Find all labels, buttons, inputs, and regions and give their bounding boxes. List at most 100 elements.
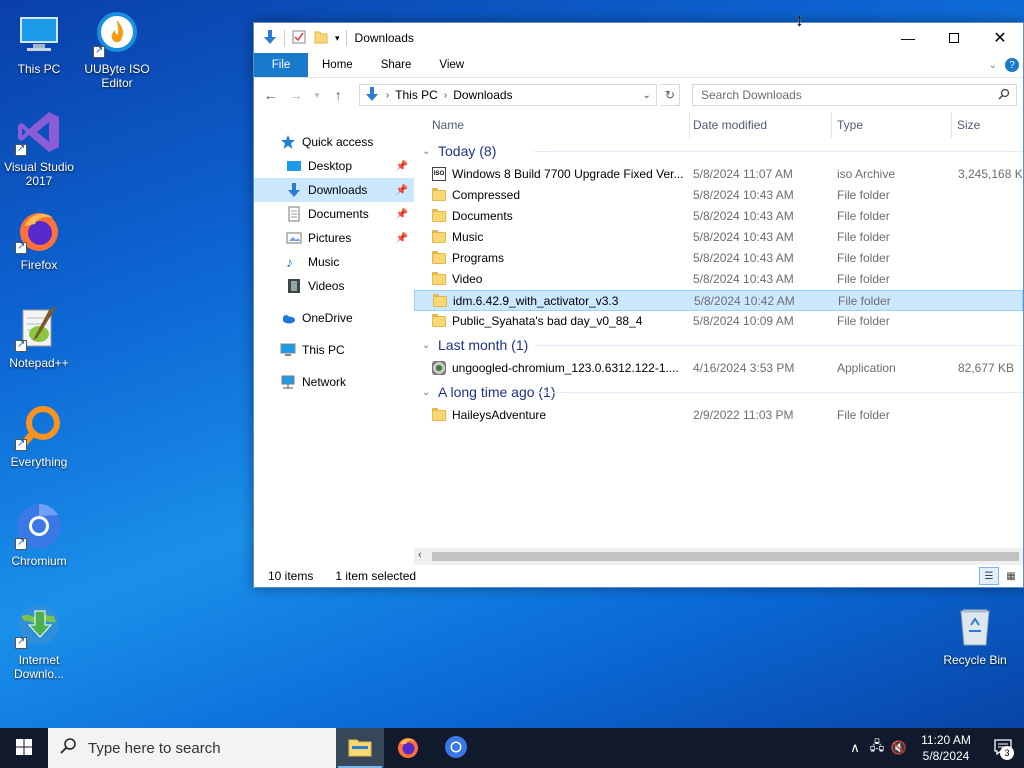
desktop-icon-everything[interactable]: Everything — [1, 403, 77, 469]
nav-videos[interactable]: Videos — [254, 274, 414, 298]
properties-icon[interactable] — [291, 29, 307, 48]
breadcrumb-chevron-icon[interactable]: › — [444, 90, 447, 101]
download-arrow-icon — [262, 29, 278, 48]
file-name-text: Windows 8 Build 7700 Upgrade Fixed Ver..… — [452, 167, 684, 181]
customize-toolbar-chevron-icon[interactable]: ▾ — [335, 33, 340, 44]
desktop-icon-label: Firefox — [20, 258, 58, 272]
file-row[interactable]: Programs 5/8/2024 10:43 AM File folder — [414, 248, 1023, 269]
chevron-down-icon: ⌄ — [422, 339, 431, 351]
horizontal-scrollbar[interactable]: ‹ — [414, 548, 1023, 565]
column-header-type[interactable]: Type — [837, 118, 863, 132]
address-dropdown-icon[interactable]: ⌄ — [638, 90, 656, 101]
column-header-size[interactable]: Size — [957, 118, 980, 132]
start-button[interactable] — [0, 728, 48, 768]
file-type: File folder — [837, 188, 890, 202]
up-button[interactable]: ↑ — [328, 84, 349, 106]
desktop-icon-chromium[interactable]: Chromium — [1, 502, 77, 568]
desktop-icon-this-pc[interactable]: This PC — [1, 10, 77, 76]
column-header-name[interactable]: Name — [432, 118, 464, 132]
volume-muted-icon[interactable]: 🔇 — [888, 740, 910, 756]
file-date: 2/9/2022 11:03 PM — [693, 408, 794, 422]
network-status-icon[interactable]: 🖧 — [866, 737, 888, 759]
help-icon[interactable]: ? — [1005, 58, 1019, 72]
details-view-button[interactable]: ☰ — [979, 567, 999, 585]
notepad-plus-plus-icon — [15, 304, 63, 352]
up-arrow-icon: ↑ — [334, 87, 342, 103]
desktop-icon-uubyte-iso-editor[interactable]: UUByte ISO Editor — [79, 10, 155, 90]
file-type: File folder — [838, 294, 891, 308]
nav-label: Videos — [308, 279, 345, 293]
file-row[interactable]: Compressed 5/8/2024 10:43 AM File folder — [414, 185, 1023, 206]
taskbar-search-box[interactable]: Type here to search — [48, 728, 336, 768]
desktop-icon-internet-download-manager[interactable]: Internet Downlo... — [1, 601, 77, 681]
expand-ribbon-chevron-icon[interactable]: ⌄ — [989, 60, 997, 71]
breadcrumb-chevron-icon[interactable]: › — [386, 90, 389, 101]
search-placeholder: Search Downloads — [701, 88, 802, 102]
group-header[interactable]: ⌄ Today (8) — [414, 138, 1023, 164]
address-bar[interactable]: › This PC › Downloads ⌄ — [358, 84, 657, 106]
nav-pictures[interactable]: Pictures 📌 — [254, 226, 414, 250]
close-button[interactable]: ✕ — [977, 23, 1023, 53]
refresh-button[interactable]: ↻ — [660, 84, 680, 106]
file-row[interactable]: HaileysAdventure 2/9/2022 11:03 PM File fo… — [414, 405, 1023, 426]
desktop-icon-label: Chromium — [11, 554, 67, 568]
breadcrumb-downloads[interactable]: Downloads — [453, 88, 512, 102]
document-icon — [286, 206, 302, 222]
item-count: 10 items — [268, 569, 314, 583]
desktop-icon — [286, 158, 302, 174]
file-explorer-window: ▾ Downloads — ✕ File Home Share View ⌄ ?… — [253, 22, 1024, 588]
nav-onedrive[interactable]: OneDrive — [254, 306, 414, 330]
forward-button[interactable]: → — [285, 84, 306, 106]
taskbar-chromium-button[interactable] — [432, 728, 480, 768]
column-header-date-modified[interactable]: Date modified — [693, 118, 767, 132]
nav-network[interactable]: Network — [254, 370, 414, 394]
back-button[interactable]: ← — [260, 84, 281, 106]
show-hidden-icons-chevron-icon[interactable]: ∧ — [844, 740, 866, 756]
file-row[interactable]: Music 5/8/2024 10:43 AM File folder — [414, 227, 1023, 248]
taskbar-clock[interactable]: 11:20 AM 5/8/2024 — [910, 732, 982, 764]
scrollbar-thumb[interactable] — [432, 552, 1019, 561]
new-folder-icon[interactable] — [313, 29, 329, 48]
folder-icon — [433, 293, 447, 307]
desktop-icon-notepad-plus-plus[interactable]: Notepad++ — [1, 304, 77, 370]
close-icon: ✕ — [993, 30, 1007, 47]
file-name-text: Public_Syahata's bad day_v0_88_4 — [452, 314, 643, 328]
tab-view[interactable]: View — [425, 53, 478, 77]
file-row[interactable]: Video 5/8/2024 10:43 AM File folder — [414, 269, 1023, 290]
title-bar[interactable]: ▾ Downloads — ✕ — [254, 23, 1023, 53]
large-icons-view-button[interactable]: ▦ — [1001, 567, 1021, 585]
file-row[interactable]: Public_Syahata's bad day_v0_88_4 5/8/2024… — [414, 311, 1023, 332]
taskbar-file-explorer-button[interactable] — [336, 728, 384, 768]
file-row[interactable]: Documents 5/8/2024 10:43 AM File folder — [414, 206, 1023, 227]
desktop-icon-visual-studio[interactable]: Visual Studio 2017 — [1, 108, 77, 188]
file-row[interactable]: ungoogled-chromium_123.0.6312.122-1.... 4… — [414, 358, 1023, 379]
file-row[interactable]: idm.6.42.9_with_activator_v3.3 5/8/2024 1… — [414, 290, 1023, 311]
folder-icon — [432, 187, 446, 201]
group-header[interactable]: ⌄ Last month (1) — [414, 332, 1023, 358]
taskbar-firefox-button[interactable] — [384, 728, 432, 768]
breadcrumb-this-pc[interactable]: This PC — [395, 88, 438, 102]
nav-desktop[interactable]: Desktop 📌 — [254, 154, 414, 178]
recent-locations-button[interactable]: ▾ — [310, 84, 323, 106]
desktop-icon-firefox[interactable]: Firefox — [1, 206, 77, 272]
nav-quick-access[interactable]: Quick access — [254, 130, 414, 154]
tab-share[interactable]: Share — [367, 53, 426, 77]
minimize-button[interactable]: — — [885, 23, 931, 53]
scroll-left-icon[interactable]: ‹ — [418, 549, 422, 561]
maximize-button[interactable] — [931, 23, 977, 53]
file-name-text: HaileysAdventure — [452, 408, 547, 422]
downloads-location-icon — [364, 86, 380, 105]
tab-file[interactable]: File — [254, 53, 308, 77]
nav-downloads[interactable]: Downloads 📌 — [254, 178, 414, 202]
ribbon-tabs: File Home Share View ⌄ ? — [254, 53, 1023, 78]
action-center-button[interactable]: 3 — [982, 728, 1024, 768]
file-row[interactable]: ISO Windows 8 Build 7700 Upgrade Fixed Ve… — [414, 164, 1023, 185]
nav-documents[interactable]: Documents 📌 — [254, 202, 414, 226]
desktop-icon-recycle-bin[interactable]: Recycle Bin — [937, 601, 1013, 667]
search-input[interactable]: Search Downloads — [692, 84, 1017, 106]
group-header[interactable]: ⌄ A long time ago (1) — [414, 379, 1023, 405]
notification-count-badge: 3 — [1000, 746, 1014, 760]
nav-this-pc[interactable]: This PC — [254, 338, 414, 362]
tab-home[interactable]: Home — [308, 53, 367, 77]
nav-music[interactable]: ♪ Music — [254, 250, 414, 274]
